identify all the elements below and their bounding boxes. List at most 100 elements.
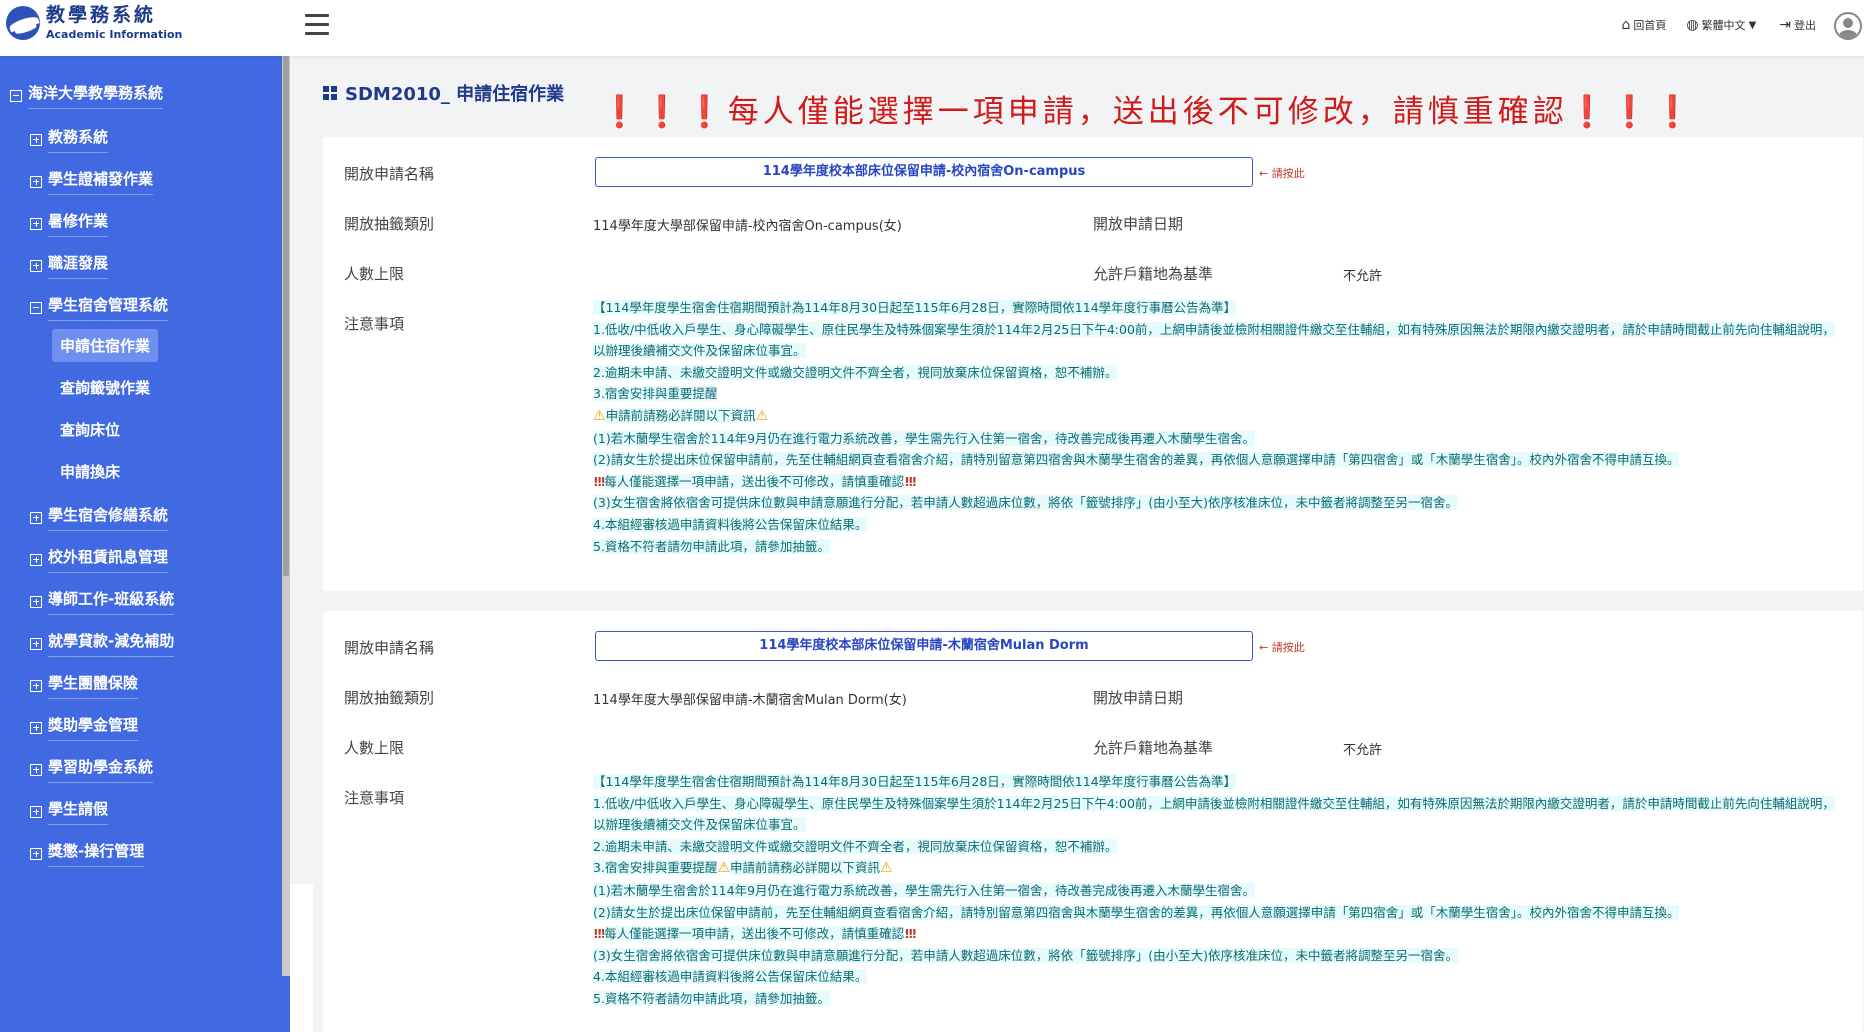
language-select[interactable]: ◍ 繁體中文 ▼ bbox=[1686, 17, 1759, 33]
household-basis-label: 允許戶籍地為基準 bbox=[1093, 739, 1214, 757]
exclamation-icon: !!! bbox=[904, 926, 917, 942]
sidebar-item-insurance[interactable]: 學生團體保險 bbox=[30, 672, 139, 699]
menu-toggle-icon[interactable] bbox=[305, 14, 329, 36]
application-card: 開放申請名稱 114學年度校本部床位保留申請-校內宿舍On-campus ← 請… bbox=[323, 137, 1863, 591]
school-logo-icon bbox=[6, 6, 40, 41]
sidebar-item-loan[interactable]: 就學貸款-減免補助 bbox=[30, 630, 175, 657]
sidebar-sub-query-bed[interactable]: 查詢床位 bbox=[52, 413, 128, 446]
expand-icon bbox=[30, 133, 42, 146]
expand-icon bbox=[30, 637, 42, 650]
sidebar-root[interactable]: 海洋大學教學務系統 bbox=[10, 82, 164, 109]
sidebar-sub-lottery-number[interactable]: 查詢籤號作業 bbox=[52, 371, 158, 404]
exclamation-icon: !!! bbox=[593, 926, 606, 942]
app-title: 教學務系統 bbox=[46, 4, 157, 26]
apply-mulan-button[interactable]: 114學年度校本部床位保留申請-木蘭宿舍Mulan Dorm bbox=[595, 631, 1253, 661]
must-read-text: 申請前請務必詳閱以下資訊 bbox=[730, 860, 881, 876]
content-gutter bbox=[290, 884, 313, 1032]
sidebar-item-mentor[interactable]: 導師工作-班級系統 bbox=[30, 588, 175, 615]
expand-icon bbox=[30, 679, 42, 692]
sidebar-scrollbar[interactable] bbox=[282, 56, 290, 976]
apply-on-campus-button[interactable]: 114學年度校本部床位保留申請-校內宿舍On-campus bbox=[595, 157, 1253, 187]
lottery-type-value: 114學年度大學部保留申請-木蘭宿舍Mulan Dorm(女) bbox=[593, 693, 907, 708]
notes-content: 【114學年度學生宿舍住宿期間預計為114年8月30日起至115年6月28日，實… bbox=[593, 297, 1841, 557]
collapse-icon bbox=[10, 89, 22, 102]
app-subtitle: Academic Information bbox=[46, 27, 183, 41]
must-read-text: 申請前請務必詳閱以下資訊 bbox=[605, 407, 756, 423]
expand-icon bbox=[30, 553, 42, 566]
capacity-label: 人數上限 bbox=[344, 265, 405, 283]
sidebar-item-student-card[interactable]: 學生證補發作業 bbox=[30, 168, 154, 195]
collapse-icon bbox=[30, 301, 42, 314]
note-5: 5.資格不符者請勿申請此項，請參加抽籤。 bbox=[593, 538, 830, 554]
expand-icon bbox=[30, 175, 42, 188]
open-name-label: 開放申請名稱 bbox=[344, 165, 435, 183]
sidebar-item-conduct[interactable]: 獎懲-操行管理 bbox=[30, 840, 145, 867]
warning-icon: ⚠ bbox=[717, 860, 730, 877]
note-5: 5.資格不符者請勿申請此項，請參加抽籤。 bbox=[593, 990, 830, 1006]
notes-label: 注意事項 bbox=[344, 315, 405, 333]
click-hint: ← 請按此 bbox=[1259, 641, 1305, 654]
exclamation-icon: !!! bbox=[904, 473, 917, 489]
notes-label: 注意事項 bbox=[344, 789, 405, 807]
exclamation-icon: !!! bbox=[593, 473, 606, 489]
household-basis-value: 不允許 bbox=[1343, 269, 1383, 284]
note-4: 4.本組經審核過申請資料後將公告保留床位結果。 bbox=[593, 516, 868, 532]
note-2: 2.逾期未申請、未繳交證明文件或繳交證明文件不齊全者，視同放棄床位保留資格，恕不… bbox=[593, 364, 1118, 380]
sidebar-scroll-thumb[interactable] bbox=[283, 56, 289, 576]
open-name-label: 開放申請名稱 bbox=[344, 639, 435, 657]
logout-link[interactable]: ⇥ 登出 bbox=[1779, 17, 1816, 33]
note-3-3: (3)女生宿舍將依宿舍可提供床位數與申請意願進行分配，若申請人數超過床位數，將依… bbox=[593, 947, 1458, 963]
home-icon: ⌂ bbox=[1621, 17, 1631, 33]
note-1: 1.低收/中低收入戶學生、身心障礙學生、原住民學生及特殊個案學生須於114年2月… bbox=[593, 795, 1835, 833]
warning-icon: ⚠ bbox=[880, 860, 893, 877]
logout-icon: ⇥ bbox=[1779, 17, 1791, 33]
home-link[interactable]: ⌂ 回首頁 bbox=[1621, 17, 1666, 33]
household-basis-label: 允許戶籍地為基準 bbox=[1093, 265, 1214, 283]
capacity-label: 人數上限 bbox=[344, 739, 405, 757]
note-2: 2.逾期未申請、未繳交證明文件或繳交證明文件不齊全者，視同放棄床位保留資格，恕不… bbox=[593, 838, 1118, 854]
app-logo[interactable]: 教學務系統 Academic Information bbox=[6, 4, 183, 41]
sidebar: 海洋大學教學務系統 教務系統 學生證補發作業 暑修作業 職涯發展 學生宿舍管理系… bbox=[0, 56, 290, 1032]
expand-icon bbox=[30, 217, 42, 230]
sidebar-sub-change-bed[interactable]: 申請換床 bbox=[52, 455, 128, 488]
open-date-label: 開放申請日期 bbox=[1093, 215, 1184, 233]
sidebar-item-summer[interactable]: 暑修作業 bbox=[30, 210, 109, 237]
lottery-type-label: 開放抽籤類別 bbox=[344, 689, 435, 707]
expand-icon bbox=[30, 721, 42, 734]
sidebar-item-career[interactable]: 職涯發展 bbox=[30, 252, 109, 279]
note-1: 1.低收/中低收入戶學生、身心障礙學生、原住民學生及特殊個案學生須於114年2月… bbox=[593, 321, 1835, 359]
note-4: 4.本組經審核過申請資料後將公告保留床位結果。 bbox=[593, 969, 868, 985]
sidebar-item-academic[interactable]: 教務系統 bbox=[30, 126, 109, 153]
sidebar-item-scholarship[interactable]: 獎助學金管理 bbox=[30, 714, 139, 741]
sidebar-sub-apply-dorm[interactable]: 申請住宿作業 bbox=[52, 329, 159, 362]
page-header: SDM2010_ 申請住宿作業 bbox=[323, 80, 564, 106]
sidebar-item-learning-aid[interactable]: 學習助學金系統 bbox=[30, 756, 154, 783]
chevron-down-icon: ▼ bbox=[1748, 19, 1757, 31]
avatar[interactable] bbox=[1834, 12, 1862, 40]
one-only-text: 每人僅能選擇一項申請，送出後不可修改，請慎重確認 bbox=[604, 926, 905, 942]
top-nav: ⌂ 回首頁 ◍ 繁體中文 ▼ ⇥ 登出 bbox=[1601, 17, 1816, 33]
expand-icon bbox=[30, 763, 42, 776]
expand-icon bbox=[30, 847, 42, 860]
page-title: SDM2010_ 申請住宿作業 bbox=[345, 84, 565, 105]
note-3-2: (2)請女生於提出床位保留申請前，先至住輔組網頁查看宿舍介紹，請特別留意第四宿舍… bbox=[593, 904, 1680, 920]
warning-icon: ⚠ bbox=[755, 407, 769, 424]
grid-icon bbox=[323, 86, 337, 100]
note-3-3: (3)女生宿舍將依宿舍可提供床位數與申請意願進行分配，若申請人數超過床位數，將依… bbox=[593, 495, 1458, 511]
sidebar-item-rental[interactable]: 校外租賃訊息管理 bbox=[30, 546, 169, 573]
top-bar: 教學務系統 Academic Information ⌂ 回首頁 ◍ 繁體中文 … bbox=[0, 0, 1864, 56]
sidebar-item-leave[interactable]: 學生請假 bbox=[30, 798, 109, 825]
sidebar-item-dorm[interactable]: 學生宿舍管理系統 bbox=[30, 294, 169, 321]
one-only-text: 每人僅能選擇一項申請，送出後不可修改，請慎重確認 bbox=[604, 473, 905, 489]
note-3-1: (1)若木蘭學生宿舍於114年9月仍在進行電力系統改善，學生需先行入住第一宿舍，… bbox=[593, 430, 1256, 446]
note-3: 3.宿舍安排與重要提醒 bbox=[593, 860, 718, 876]
expand-icon bbox=[30, 511, 42, 524]
household-basis-value: 不允許 bbox=[1343, 743, 1383, 758]
note-3: 3.宿舍安排與重要提醒 bbox=[593, 386, 718, 402]
click-hint: ← 請按此 bbox=[1259, 167, 1305, 180]
expand-icon bbox=[30, 805, 42, 818]
open-date-label: 開放申請日期 bbox=[1093, 689, 1184, 707]
lottery-type-value: 114學年度大學部保留申請-校內宿舍On-campus(女) bbox=[593, 219, 902, 234]
sidebar-item-dorm-repair[interactable]: 學生宿舍修繕系統 bbox=[30, 504, 169, 531]
warning-banner: ❗❗❗每人僅能選擇一項申請，送出後不可修改，請慎重確認❗❗❗ bbox=[600, 94, 1696, 130]
